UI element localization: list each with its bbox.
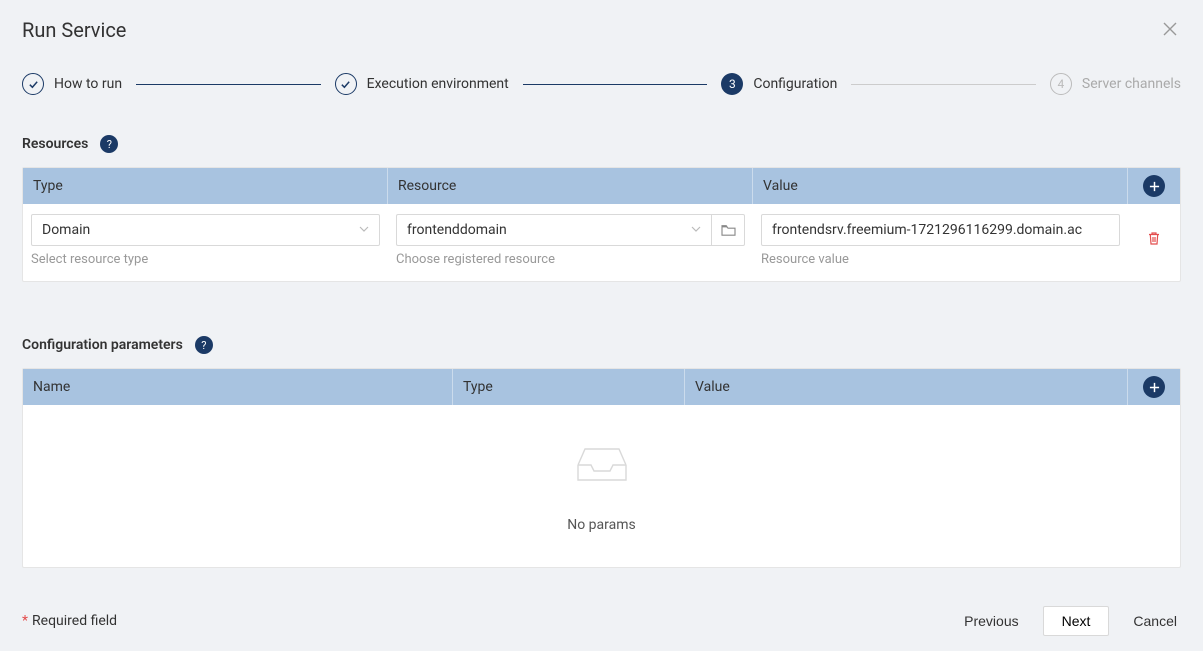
resource-select[interactable]: frontenddomain [396,214,711,246]
resource-type-select[interactable]: Domain [31,214,380,246]
step-label: Execution environment [367,76,509,92]
resource-select-value: frontenddomain [407,222,507,238]
modal-footer: *Required field Previous Next Cancel [22,596,1181,636]
params-table: Name Type Value No params [22,368,1181,568]
resource-type-hint: Select resource type [31,252,380,267]
step-connector [851,84,1036,85]
col-action [1128,369,1180,405]
close-button[interactable] [1159,18,1181,43]
chevron-down-icon [691,224,701,237]
add-param-button[interactable] [1143,376,1165,398]
col-name: Name [23,369,453,405]
wizard-stepper: How to run Execution environment 3 Confi… [22,73,1181,95]
trash-icon [1147,231,1161,246]
help-icon[interactable]: ? [100,135,118,153]
resources-heading: Resources [22,136,88,152]
inbox-icon [574,445,630,489]
params-table-header: Name Type Value [23,369,1180,405]
col-value: Value [753,168,1128,204]
resource-value-hint: Resource value [761,252,1120,267]
params-heading-row: Configuration parameters ? [22,336,1181,354]
step-number-icon: 3 [721,73,743,95]
required-note: *Required field [22,613,117,629]
col-resource: Resource [388,168,753,204]
browse-resource-button[interactable] [711,214,745,246]
col-param-value: Value [685,369,1128,405]
resource-type-value: Domain [42,222,90,238]
resources-heading-row: Resources ? [22,135,1181,153]
step-connector [136,84,321,85]
check-icon [22,73,44,95]
plus-icon [1149,382,1160,393]
resources-table: Type Resource Value Domain Select resour… [22,167,1181,282]
params-heading: Configuration parameters [22,337,183,353]
delete-resource-button[interactable] [1143,223,1165,258]
cancel-button[interactable]: Cancel [1129,607,1181,635]
col-action [1128,168,1180,204]
resource-row: Domain Select resource type frontenddoma… [23,204,1180,281]
step-execution-environment[interactable]: Execution environment [335,73,509,95]
col-param-type: Type [453,369,685,405]
footer-buttons: Previous Next Cancel [960,606,1181,636]
params-empty-state: No params [23,405,1180,567]
help-icon[interactable]: ? [195,336,213,354]
step-label: Configuration [753,76,837,92]
close-icon [1163,22,1177,36]
resources-table-header: Type Resource Value [23,168,1180,204]
previous-button[interactable]: Previous [960,607,1022,635]
step-server-channels: 4 Server channels [1050,73,1181,95]
resource-hint: Choose registered resource [396,252,745,267]
step-how-to-run[interactable]: How to run [22,73,122,95]
resource-value-input[interactable]: frontendsrv.freemium-1721296116299.domai… [761,214,1120,246]
modal-title: Run Service [22,18,126,42]
step-label: How to run [54,76,122,92]
run-service-modal: Run Service How to run Execution environ… [0,0,1203,651]
step-configuration[interactable]: 3 Configuration [721,73,837,95]
add-resource-button[interactable] [1143,175,1165,197]
modal-header: Run Service [22,18,1181,43]
step-connector [523,84,708,85]
step-label: Server channels [1082,76,1181,92]
folder-icon [721,224,736,237]
next-button[interactable]: Next [1043,606,1110,636]
empty-text: No params [567,517,636,533]
chevron-down-icon [359,224,369,237]
col-type: Type [23,168,388,204]
check-icon [335,73,357,95]
plus-icon [1149,181,1160,192]
step-number-icon: 4 [1050,73,1072,95]
